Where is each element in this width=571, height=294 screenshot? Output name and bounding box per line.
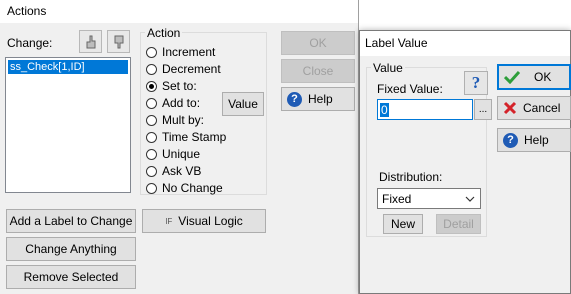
radio-label: Time Stamp [162,130,227,144]
help-button-label: Help [308,92,333,106]
radio-label: Mult by: [162,113,205,127]
radio-circle[interactable] [146,165,157,177]
x-icon [503,101,517,115]
move-up-button[interactable] [79,30,102,53]
remove-selected-button[interactable]: Remove Selected [6,265,136,289]
fixed-value-text: 0 [380,102,389,117]
distribution-select[interactable]: Fixed [377,188,481,209]
fixed-value-label: Fixed Value: [377,82,443,96]
help-button[interactable]: ? Help [281,87,355,111]
new-button[interactable]: New [383,214,423,234]
radio-add-to[interactable]: Add to: [146,95,200,111]
radio-circle[interactable] [146,114,157,126]
change-list[interactable]: ss_Check[1,ID] [5,57,131,193]
radio-mult-by[interactable]: Mult by: [146,112,204,128]
close-button[interactable]: Close [281,59,355,83]
radio-set-to[interactable]: Set to: [146,78,197,94]
label-value-dialog: Label Value Value Fixed Value: ? 0 ... D… [359,30,571,294]
radio-circle[interactable] [146,131,157,143]
radio-label: Set to: [162,79,197,93]
move-down-button[interactable] [107,30,130,53]
actions-titlebar: Actions [0,0,358,23]
change-label: Change: [7,36,53,50]
radio-label: Decrement [162,62,221,76]
hand-up-icon [86,35,95,48]
radio-circle[interactable] [146,182,157,194]
help-icon: ? [503,132,518,148]
actions-title: Actions [7,4,47,18]
help-icon: ? [287,91,302,107]
radio-circle[interactable] [146,63,157,75]
radio-time-stamp[interactable]: Time Stamp [146,129,226,145]
cancel-button[interactable]: Cancel [497,96,571,120]
help-button[interactable]: ? Help [497,128,571,152]
change-anything-button[interactable]: Change Anything [6,237,136,261]
radio-unique[interactable]: Unique [146,146,200,162]
value-group-label: Value [371,61,405,75]
ok-button-label: OK [534,70,552,84]
cancel-button-label: Cancel [523,101,561,115]
radio-circle[interactable] [146,80,157,92]
ok-button[interactable]: OK [497,64,571,90]
help-button-label: Help [524,133,549,147]
action-group: Action Increment Decrement Set to: Add t… [140,26,267,196]
browse-button[interactable]: ... [474,99,492,120]
actions-window: Actions Change: ss_Check[1,ID] Action In… [0,0,359,294]
check-icon [504,70,520,84]
radio-decrement[interactable]: Decrement [146,61,221,77]
fixed-value-input[interactable]: 0 [377,99,473,120]
ok-button[interactable]: OK [281,31,355,55]
radio-circle[interactable] [146,148,157,160]
label-value-titlebar: Label Value [360,31,570,56]
value-button[interactable]: Value [222,92,264,116]
radio-label: Ask VB [162,164,202,178]
list-item[interactable]: ss_Check[1,ID] [8,60,128,74]
question-mark-button[interactable]: ? [464,71,488,95]
flowchart-icon: IF [165,216,173,226]
add-label-button[interactable]: Add a Label to Change [6,209,136,233]
distribution-value: Fixed [382,191,412,206]
value-group: Value Fixed Value: ? 0 ... Distribution:… [366,61,492,237]
radio-circle[interactable] [146,46,157,58]
hand-down-icon [114,35,123,48]
label-value-title: Label Value [365,36,428,50]
radio-ask-vb[interactable]: Ask VB [146,163,201,179]
distribution-label: Distribution: [379,170,443,184]
action-group-label: Action [145,26,183,40]
visual-logic-label: Visual Logic [178,214,243,228]
visual-logic-button[interactable]: IF Visual Logic [142,209,266,233]
radio-label: Add to: [162,96,201,110]
chevron-down-icon [465,196,475,202]
detail-button[interactable]: Detail [436,214,481,234]
radio-label: Unique [162,147,201,161]
radio-label: No Change [162,181,223,195]
radio-increment[interactable]: Increment [146,44,215,60]
radio-circle[interactable] [146,97,157,109]
radio-no-change[interactable]: No Change [146,180,223,196]
radio-label: Increment [162,45,216,59]
question-mark-icon: ? [471,73,481,92]
